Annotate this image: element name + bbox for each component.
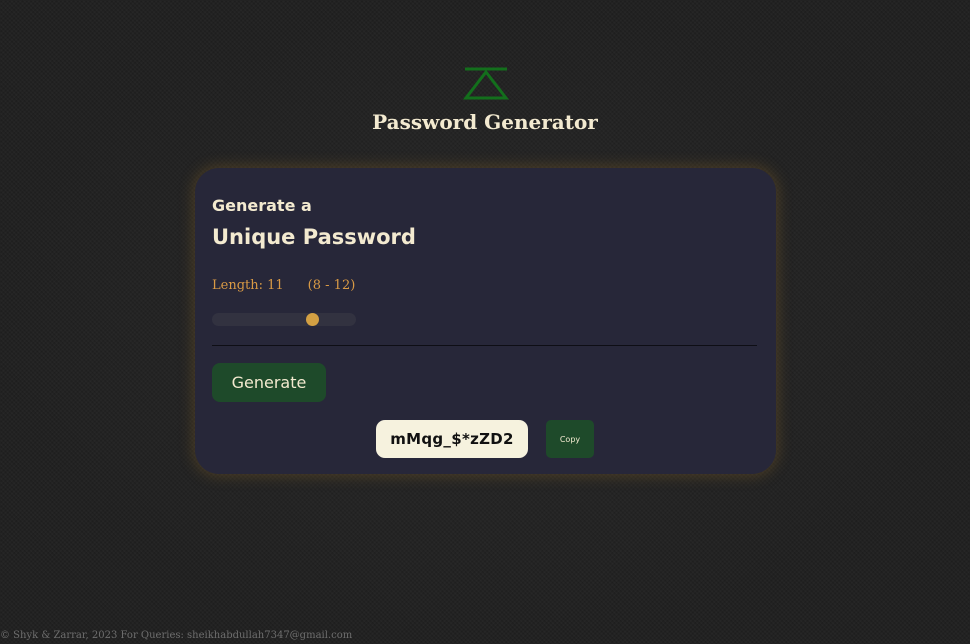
length-row: Length: 11 (8 - 12) xyxy=(212,278,355,293)
card-eyebrow: Generate a xyxy=(212,196,312,215)
copy-button[interactable]: Copy xyxy=(546,420,594,458)
length-label: Length: 11 xyxy=(212,278,284,293)
slider-thumb[interactable] xyxy=(306,313,320,326)
app-title: Password Generator xyxy=(372,110,598,134)
generator-card: Generate a Unique Password Length: 11 (8 … xyxy=(195,168,776,474)
footer-text: © Shyk & Zarrar, 2023 For Queries: sheik… xyxy=(0,630,353,641)
delta-triangle-logo-icon xyxy=(462,67,510,100)
card-headline: Unique Password xyxy=(212,225,416,249)
password-output[interactable]: mMqg_$*zZD2 xyxy=(376,420,528,458)
generate-button[interactable]: Generate xyxy=(212,363,326,402)
length-range: (8 - 12) xyxy=(307,278,356,293)
length-slider[interactable] xyxy=(212,313,356,326)
divider xyxy=(212,345,757,346)
